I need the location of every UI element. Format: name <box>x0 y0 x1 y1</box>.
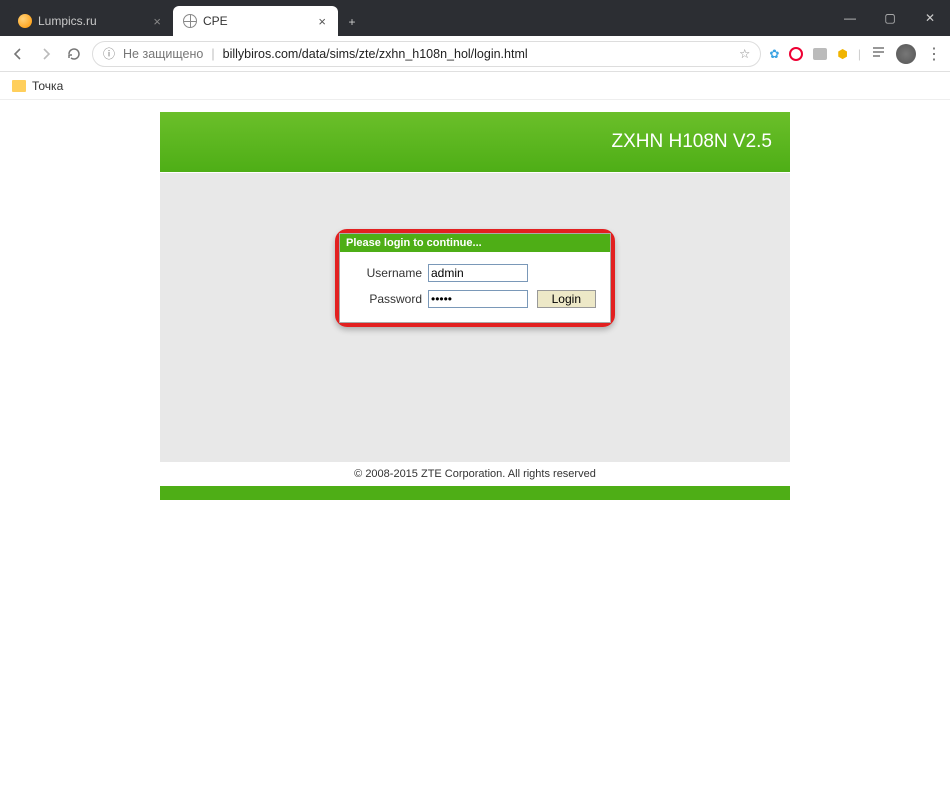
bookmark-item[interactable]: Точка <box>32 79 63 93</box>
tab-title: CPE <box>203 14 228 28</box>
not-secure-label: Не защищено <box>123 47 203 61</box>
router-header: ZXHN H108N V2.5 <box>160 112 790 172</box>
login-body: Username Password Login <box>340 252 610 322</box>
url-text: billybiros.com/data/sims/zte/zxhn_h108n_… <box>223 47 528 61</box>
login-box-title: Please login to continue... <box>340 234 610 252</box>
separator: | <box>858 47 861 61</box>
globe-favicon-icon <box>183 14 197 28</box>
list-icon[interactable] <box>871 45 886 63</box>
close-window-button[interactable]: ✕ <box>910 0 950 36</box>
window-titlebar: Lumpics.ru × CPE × + — ▢ ✕ <box>0 0 950 36</box>
username-label: Username <box>352 266 422 280</box>
maximize-button[interactable]: ▢ <box>870 0 910 36</box>
shield-icon[interactable]: ⬢ <box>837 47 847 61</box>
new-tab-button[interactable]: + <box>338 8 366 36</box>
tab-lumpics[interactable]: Lumpics.ru × <box>8 6 173 36</box>
url-field[interactable]: ⓘ Не защищено | billybiros.com/data/sims… <box>92 41 761 67</box>
login-box: Please login to continue... Username Pas… <box>339 233 611 323</box>
folder-icon <box>12 80 26 92</box>
page-content: ZXHN H108N V2.5 Please login to continue… <box>0 100 950 500</box>
extension-box-icon[interactable] <box>813 48 827 60</box>
minimize-button[interactable]: — <box>830 0 870 36</box>
avatar[interactable] <box>896 44 916 64</box>
toolbar-right: ✿ ⬢ | ⋮ <box>769 44 942 64</box>
username-row: Username <box>352 264 598 282</box>
footer-copyright: © 2008-2015 ZTE Corporation. All rights … <box>160 462 790 486</box>
reload-button[interactable] <box>64 44 84 64</box>
device-model-label: ZXHN H108N V2.5 <box>611 131 772 153</box>
info-icon[interactable]: ⓘ <box>103 45 115 62</box>
bookmark-star-icon[interactable]: ☆ <box>739 46 750 61</box>
address-bar: ⓘ Не защищено | billybiros.com/data/sims… <box>0 36 950 72</box>
menu-icon[interactable]: ⋮ <box>926 44 942 64</box>
login-highlight-frame: Please login to continue... Username Pas… <box>335 229 615 327</box>
separator: | <box>211 47 214 61</box>
close-icon[interactable]: × <box>151 14 163 29</box>
footer-bar <box>160 486 790 500</box>
login-button[interactable]: Login <box>537 290 596 308</box>
password-input[interactable] <box>428 290 528 308</box>
bookmarks-bar: Точка <box>0 72 950 100</box>
back-button[interactable] <box>8 44 28 64</box>
opera-icon[interactable] <box>789 47 803 61</box>
tab-cpe[interactable]: CPE × <box>173 6 338 36</box>
username-input[interactable] <box>428 264 528 282</box>
forward-button[interactable] <box>36 44 56 64</box>
password-label: Password <box>352 292 422 306</box>
router-content: Please login to continue... Username Pas… <box>160 172 790 462</box>
tab-title: Lumpics.ru <box>38 14 97 28</box>
lumpics-favicon-icon <box>18 14 32 28</box>
router-frame: ZXHN H108N V2.5 Please login to continue… <box>160 112 790 500</box>
close-icon[interactable]: × <box>316 14 328 29</box>
extension-gear-icon[interactable]: ✿ <box>769 47 779 61</box>
window-controls: — ▢ ✕ <box>830 0 950 36</box>
